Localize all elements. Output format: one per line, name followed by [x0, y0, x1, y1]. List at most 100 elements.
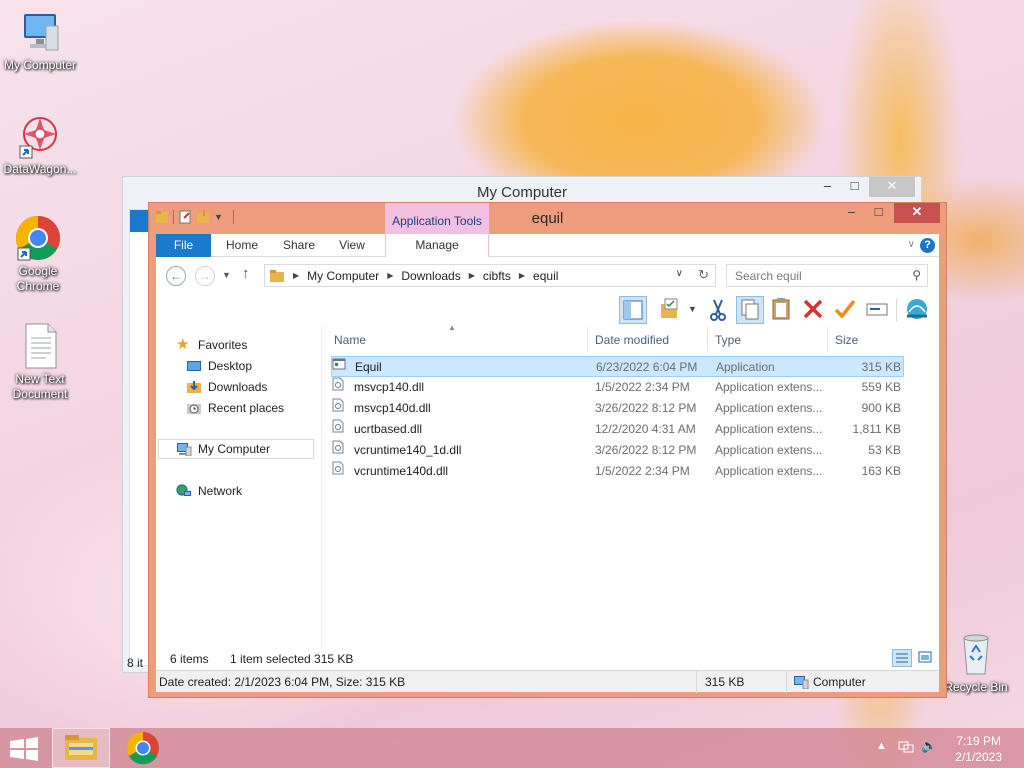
up-button[interactable]: ↑ [242, 265, 250, 282]
maximize-button[interactable]: □ [865, 203, 892, 223]
column-header-name[interactable]: Name [334, 325, 366, 355]
window-titlebar[interactable]: ▼ Application Tools equil – □ ✕ [149, 203, 946, 234]
forward-button[interactable]: → [195, 266, 215, 286]
back-close-button[interactable]: ✕ [869, 177, 915, 197]
copy-button[interactable] [736, 296, 764, 324]
file-row[interactable]: ucrtbased.dll 12/2/2020 4:31 AM Applicat… [331, 419, 904, 440]
tab-view[interactable]: View [328, 234, 376, 257]
file-row[interactable]: vcruntime140_1d.dll 3/26/2022 8:12 PM Ap… [331, 440, 904, 461]
select-all-button[interactable] [832, 296, 860, 324]
help-icon[interactable]: ? [920, 238, 935, 253]
content-area: ★ Favorites Desktop Downloads Recent pla… [156, 323, 939, 668]
recent-locations-dropdown-icon[interactable]: ▼ [222, 270, 231, 280]
desktop-icon-new-text-document[interactable]: New Text Document [0, 322, 80, 402]
close-button[interactable]: ✕ [894, 203, 940, 223]
column-header-size[interactable]: Size [835, 325, 858, 355]
back-minimize-button[interactable]: – [814, 177, 841, 197]
desktop-icon-recycle-bin[interactable]: Recycle Bin [936, 630, 1016, 695]
breadcrumb-downloads[interactable]: Downloads [401, 269, 460, 283]
large-icons-view-button[interactable] [916, 649, 936, 667]
desktop-icon-my-computer[interactable]: My Computer [0, 8, 80, 73]
nav-my-computer[interactable]: My Computer [158, 439, 314, 459]
delete-button[interactable] [800, 296, 828, 324]
back-window-status: 8 it [127, 656, 144, 670]
file-name: msvcp140.dll [354, 380, 425, 394]
search-icon[interactable]: ⚲ [912, 268, 921, 282]
file-date: 6/23/2022 6:04 PM [596, 360, 698, 374]
network-tray-icon[interactable] [898, 740, 914, 757]
back-window-titlebar[interactable]: My Computer – □ ✕ [123, 177, 921, 204]
file-date: 1/5/2022 2:34 PM [595, 464, 690, 478]
address-bar[interactable]: ▶ My Computer ▶ Downloads ▶ cibfts ▶ equ… [264, 264, 716, 287]
tab-manage[interactable]: Manage [385, 234, 489, 257]
datawagon-icon [16, 112, 64, 160]
nav-favorites[interactable]: ★ Favorites [176, 335, 247, 355]
cut-button[interactable] [705, 296, 733, 324]
windows-logo-icon [10, 737, 38, 761]
column-header-type[interactable]: Type [715, 325, 741, 355]
column-separator[interactable] [707, 327, 708, 353]
breadcrumb-separator-icon[interactable]: ▶ [519, 271, 525, 280]
search-box[interactable]: Search equil ⚲ [726, 264, 928, 287]
column-separator[interactable] [827, 327, 828, 353]
nav-network[interactable]: Network [176, 481, 242, 501]
file-row[interactable]: Equil 6/23/2022 6:04 PM Application 315 … [331, 356, 904, 377]
minimize-button[interactable]: – [838, 203, 865, 223]
status-bar: 6 items 1 item selected 315 KB [156, 647, 939, 670]
preview-pane-button[interactable] [619, 296, 647, 324]
nav-my-computer-label: My Computer [198, 442, 271, 456]
chrome-icon [126, 731, 159, 765]
address-dropdown-icon[interactable]: ∨ [676, 268, 683, 279]
nav-downloads-label: Downloads [208, 380, 268, 394]
desktop-icon-chrome[interactable]: Google Chrome [0, 214, 78, 294]
back-maximize-button[interactable]: □ [841, 177, 868, 197]
folder-options-button[interactable] [657, 296, 685, 324]
tab-home[interactable]: Home [216, 234, 268, 257]
breadcrumb-cibfts[interactable]: cibfts [483, 269, 511, 283]
folder-options-dropdown-icon[interactable]: ▼ [688, 304, 697, 314]
tab-file[interactable]: File [156, 234, 211, 257]
ribbon-expand-icon[interactable]: ∨ [908, 239, 915, 250]
nav-recent-places[interactable]: Recent places [186, 398, 284, 418]
nav-downloads[interactable]: Downloads [186, 377, 267, 397]
back-button[interactable]: ← [166, 266, 186, 286]
start-button[interactable] [0, 728, 58, 768]
computer-icon [794, 676, 809, 689]
column-header-date[interactable]: Date modified [595, 325, 669, 355]
dll-file-icon [332, 398, 344, 412]
taskbar: ▲ 🔈 7:19 PM 2/1/2023 [0, 728, 1024, 768]
volume-icon[interactable]: 🔈 [921, 738, 937, 754]
file-row[interactable]: msvcp140d.dll 3/26/2022 8:12 PM Applicat… [331, 398, 904, 419]
taskbar-file-explorer[interactable] [52, 728, 110, 768]
file-date: 12/2/2020 4:31 AM [595, 422, 696, 436]
shell-button[interactable] [904, 296, 932, 324]
details-view-button[interactable] [892, 649, 912, 667]
column-separator[interactable] [587, 327, 588, 353]
file-size: 1,811 KB [852, 422, 901, 436]
nav-desktop[interactable]: Desktop [186, 356, 252, 376]
file-size: 53 KB [868, 443, 901, 457]
desktop-icon-datawagon[interactable]: DataWagon... [0, 112, 80, 177]
tab-share[interactable]: Share [274, 234, 324, 257]
clock[interactable]: 7:19 PM 2/1/2023 [955, 733, 1002, 765]
taskbar-chrome[interactable] [114, 728, 172, 768]
file-size: 559 KB [861, 380, 901, 394]
clock-date: 2/1/2023 [955, 750, 1002, 764]
recent-places-icon [187, 404, 201, 414]
breadcrumb-my-computer[interactable]: My Computer [307, 269, 379, 283]
file-row[interactable]: msvcp140.dll 1/5/2022 2:34 PM Applicatio… [331, 377, 904, 398]
file-row[interactable]: vcruntime140d.dll 1/5/2022 2:34 PM Appli… [331, 461, 904, 482]
desktop-icon-label: DataWagon... [3, 162, 77, 176]
delete-x-icon [803, 299, 823, 319]
file-name: Equil [355, 360, 382, 374]
paste-button[interactable] [768, 296, 796, 324]
breadcrumb-separator-icon[interactable]: ▶ [469, 271, 475, 280]
pane-splitter[interactable] [321, 325, 322, 668]
breadcrumb-separator-icon[interactable]: ▶ [387, 271, 393, 280]
refresh-icon[interactable]: ↻ [698, 267, 709, 283]
rename-button[interactable] [864, 296, 892, 324]
explorer-window[interactable]: ▼ Application Tools equil – □ ✕ File Hom… [148, 202, 947, 698]
breadcrumb-equil[interactable]: equil [533, 269, 558, 283]
search-placeholder: Search equil [735, 269, 802, 283]
show-hidden-icons-icon[interactable]: ▲ [876, 740, 887, 752]
